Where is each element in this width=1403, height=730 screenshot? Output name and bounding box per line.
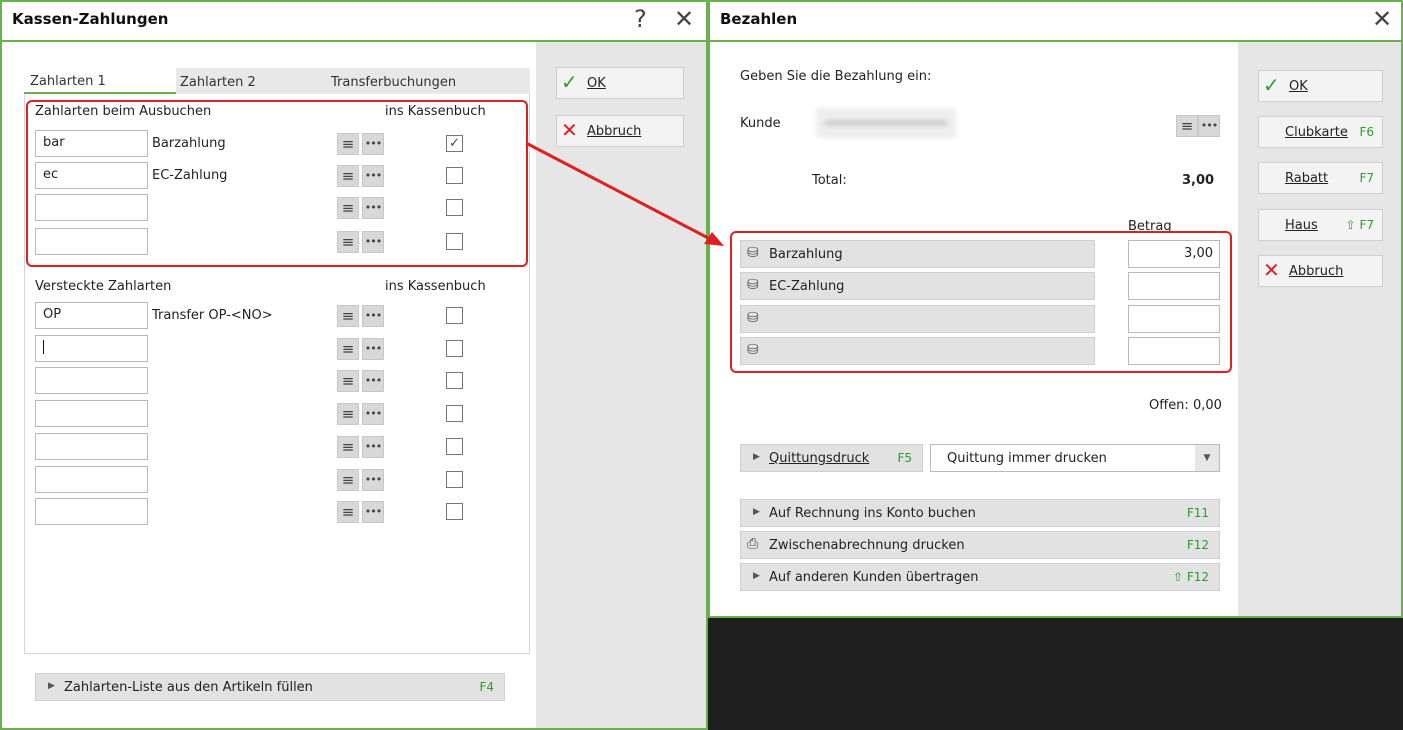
hidden-zahlart-name: Transfer OP-<NO> (152, 308, 273, 323)
list-menu-icon[interactable]: ≡ (337, 370, 359, 392)
triangle-right-icon: ▶ (753, 452, 760, 462)
kassenbuch-checkbox[interactable] (446, 307, 463, 324)
clubkarte-button[interactable]: Clubkarte F6 (1258, 116, 1383, 148)
list-menu-icon[interactable]: ≡ (337, 305, 359, 327)
fill-zahlarten-button[interactable]: ▶ Zahlarten-Liste aus den Artikeln fülle… (35, 673, 505, 701)
total-value: 3,00 (1182, 173, 1215, 188)
transfer-to-customer-button[interactable]: ▶ Auf anderen Kunden übertragen ⇧ F12 (740, 563, 1220, 591)
help-icon[interactable]: ? (634, 6, 647, 32)
list-menu-icon[interactable]: ≡ (337, 338, 359, 360)
highlight-box-zahlarten (26, 100, 528, 267)
highlight-box-payments (730, 231, 1232, 373)
more-dots-icon[interactable]: ••• (362, 338, 384, 360)
printer-icon: ⎙ (747, 536, 759, 552)
check-icon: ✓ (1263, 73, 1280, 97)
receipt-option-select[interactable]: Quittung immer drucken ▼ (930, 444, 1220, 472)
x-icon: ✕ (1263, 258, 1280, 282)
triangle-right-icon: ▶ (753, 507, 760, 517)
list-menu-icon[interactable]: ≡ (337, 436, 359, 458)
hidden-zahlart-code-field[interactable] (35, 498, 148, 525)
close-icon[interactable]: ✕ (674, 6, 694, 32)
more-dots-icon[interactable]: ••• (362, 403, 384, 425)
window-title: Kassen-Zahlungen (12, 10, 169, 28)
triangle-right-icon: ▶ (48, 681, 55, 691)
hidden-zahlart-code-field[interactable]: OP (35, 302, 148, 329)
check-icon: ✓ (561, 70, 578, 94)
text-cursor (43, 340, 44, 354)
abbruch-button[interactable]: ✕ Abbruch (1258, 255, 1383, 287)
more-dots-icon[interactable]: ••• (1198, 115, 1220, 137)
hidden-zahlart-code-field[interactable] (35, 367, 148, 394)
x-icon: ✕ (561, 118, 578, 142)
customer-label: Kunde (740, 116, 781, 131)
list-menu-icon[interactable]: ≡ (337, 403, 359, 425)
rabatt-button[interactable]: Rabatt F7 (1258, 162, 1383, 194)
ok-button[interactable]: ✓ OK (1258, 70, 1383, 102)
more-dots-icon[interactable]: ••• (362, 501, 384, 523)
kassenbuch-checkbox[interactable] (446, 405, 463, 422)
more-dots-icon[interactable]: ••• (362, 370, 384, 392)
total-label: Total: (812, 173, 847, 188)
hidden-zahlart-code-field[interactable] (35, 433, 148, 460)
hidden-zahlart-code-field[interactable] (35, 400, 148, 427)
section2-kassenbuch-header: ins Kassenbuch (385, 279, 486, 294)
kassenbuch-checkbox[interactable] (446, 471, 463, 488)
kassen-zahlungen-window: Kassen-Zahlungen ? ✕ ✓ OK ✕ Abbruch Zahl… (0, 0, 708, 730)
tab-zahlarten-1[interactable]: Zahlarten 1 (24, 68, 176, 94)
hidden-zahlart-code-field[interactable] (35, 466, 148, 493)
list-menu-icon[interactable]: ≡ (337, 501, 359, 523)
tab-transferbuchungen[interactable]: Transferbuchungen (331, 75, 456, 90)
print-interim-statement-button[interactable]: ⎙ Zwischenabrechnung drucken F12 (740, 531, 1220, 559)
list-menu-icon[interactable]: ≡ (337, 469, 359, 491)
kassenbuch-checkbox[interactable] (446, 503, 463, 520)
triangle-right-icon: ▶ (753, 571, 760, 581)
prompt-text: Geben Sie die Bezahlung ein: (740, 69, 932, 84)
title-bar: Kassen-Zahlungen ? ✕ (2, 2, 706, 42)
receipt-print-button[interactable]: ▶ Quittungsdruck F5 (740, 444, 923, 472)
open-amount: Offen: 0,00 (1149, 398, 1222, 413)
section2-title: Versteckte Zahlarten (35, 279, 172, 294)
cancel-button[interactable]: ✕ Abbruch (556, 115, 684, 147)
customer-name-blurred (816, 108, 956, 138)
kassenbuch-checkbox[interactable] (446, 438, 463, 455)
more-dots-icon[interactable]: ••• (362, 305, 384, 327)
title-bar: Bezahlen ✕ (710, 2, 1401, 42)
window-title: Bezahlen (720, 10, 798, 28)
dropdown-arrow-icon: ▼ (1195, 445, 1219, 471)
haus-button[interactable]: Haus ⇧ F7 (1258, 209, 1383, 241)
list-menu-icon[interactable]: ≡ (1176, 115, 1198, 137)
kassenbuch-checkbox[interactable] (446, 372, 463, 389)
more-dots-icon[interactable]: ••• (362, 469, 384, 491)
bezahlen-window: Bezahlen ✕ ✓ OK Clubkarte F6 Rabatt F7 H… (708, 0, 1403, 618)
hidden-zahlart-code-field[interactable] (35, 335, 148, 362)
book-to-account-button[interactable]: ▶ Auf Rechnung ins Konto buchen F11 (740, 499, 1220, 527)
close-icon[interactable]: ✕ (1372, 6, 1392, 32)
ok-button[interactable]: ✓ OK (556, 67, 684, 99)
more-dots-icon[interactable]: ••• (362, 436, 384, 458)
tab-zahlarten-2[interactable]: Zahlarten 2 (180, 75, 256, 90)
kassenbuch-checkbox[interactable] (446, 340, 463, 357)
